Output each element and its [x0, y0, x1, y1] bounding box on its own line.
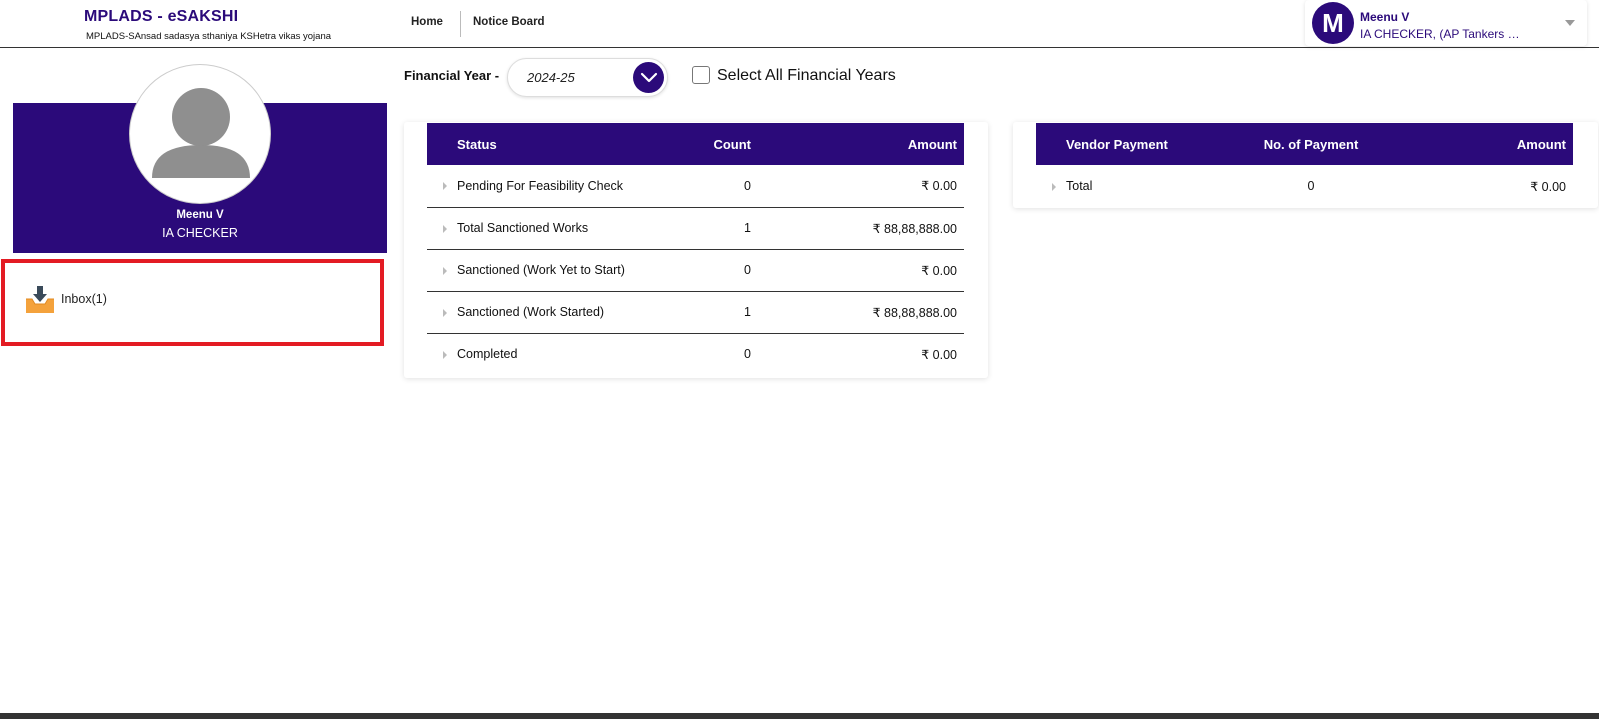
column-header-amount: Amount	[1516, 136, 1566, 152]
column-header-amount: Amount	[907, 136, 957, 152]
profile-name: Meenu V	[176, 209, 224, 221]
top-header: MPLADS - eSAKSHI MPLADS-SAnsad sadasya s…	[0, 0, 1599, 48]
expand-arrow-icon[interactable]	[443, 350, 447, 359]
user-avatar[interactable]: M	[1312, 2, 1354, 44]
table-row[interactable]: Sanctioned (Work Started) 1 ₹ 88,88,888.…	[427, 291, 964, 334]
user-role[interactable]: IA CHECKER, (AP Tankers Private Limited)	[1360, 27, 1520, 41]
expand-arrow-icon[interactable]	[443, 224, 447, 233]
status-count: 0	[687, 165, 767, 208]
nav-divider	[460, 11, 461, 37]
status-count: 1	[687, 291, 767, 334]
status-label: Sanctioned (Work Started)	[457, 305, 605, 319]
select-all-years-label[interactable]: Select All Financial Years	[717, 67, 896, 85]
column-header-status: Status	[457, 136, 497, 152]
table-row[interactable]: Completed 0 ₹ 0.00	[427, 333, 964, 375]
user-name[interactable]: Meenu V	[1360, 10, 1409, 24]
nav-notice-board-link[interactable]: Notice Board	[473, 16, 545, 28]
status-amount: ₹ 0.00	[767, 165, 964, 208]
financial-year-label: Financial Year -	[404, 68, 500, 83]
financial-year-value[interactable]: 2024-25	[527, 70, 575, 85]
status-label: Completed	[457, 347, 518, 362]
table-row[interactable]: Total Sanctioned Works 1 ₹ 88,88,888.00	[427, 207, 964, 250]
expand-arrow-icon[interactable]	[443, 266, 447, 275]
table-row[interactable]: Sanctioned (Work Yet to Start) 0 ₹ 0.00	[427, 249, 964, 292]
status-count: 0	[744, 347, 751, 362]
vendor-row-label: Total	[1066, 179, 1093, 193]
user-silhouette-icon	[152, 88, 250, 178]
select-all-years-checkbox[interactable]	[692, 66, 710, 84]
status-amount: ₹ 0.00	[921, 347, 957, 362]
table-row[interactable]: Total 0 ₹ 0.00	[1036, 165, 1573, 207]
chevron-down-icon[interactable]	[1565, 20, 1575, 26]
status-count: 0	[687, 249, 767, 292]
financial-year-dropdown-button[interactable]	[633, 62, 664, 93]
column-header-count: Count	[713, 136, 751, 152]
status-amount: ₹ 0.00	[767, 249, 964, 292]
expand-arrow-icon[interactable]	[1052, 182, 1056, 191]
bottom-bar	[0, 713, 1599, 719]
chevron-down-icon	[640, 72, 657, 82]
status-amount: ₹ 88,88,888.00	[767, 207, 964, 250]
vendor-payment-count: 0	[1307, 179, 1315, 193]
table-header-row: Vendor Payment No. of Payment Amount	[1036, 123, 1573, 165]
inbox-link[interactable]: Inbox(1)	[61, 292, 107, 306]
expand-arrow-icon[interactable]	[443, 308, 447, 317]
inbox-panel[interactable]	[1, 259, 384, 346]
avatar	[129, 64, 271, 204]
status-label: Pending For Feasibility Check	[457, 178, 624, 193]
expand-arrow-icon[interactable]	[443, 182, 447, 191]
vendor-payment-amount: ₹ 0.00	[1530, 179, 1566, 194]
profile-role: IA CHECKER	[162, 226, 238, 240]
status-label: Sanctioned (Work Yet to Start)	[457, 263, 625, 277]
inbox-icon[interactable]	[24, 283, 56, 315]
column-header-vendor-payment: Vendor Payment	[1066, 136, 1168, 152]
vendor-payment-table: Vendor Payment No. of Payment Amount Tot…	[1036, 123, 1573, 207]
status-summary-table: Status Count Amount Pending For Feasibil…	[427, 123, 964, 375]
brand-subtitle: MPLADS-SAnsad sadasya sthaniya KSHetra v…	[86, 31, 332, 42]
nav-home-link[interactable]: Home	[411, 16, 443, 28]
status-label: Total Sanctioned Works	[457, 221, 589, 235]
column-header-no-of-payment: No. of Payment	[1263, 136, 1359, 152]
brand-title[interactable]: MPLADS - eSAKSHI	[84, 8, 238, 26]
status-count: 1	[687, 207, 767, 250]
table-header-row: Status Count Amount	[427, 123, 964, 165]
status-amount: ₹ 88,88,888.00	[767, 291, 964, 334]
table-row[interactable]: Pending For Feasibility Check 0 ₹ 0.00	[427, 165, 964, 208]
